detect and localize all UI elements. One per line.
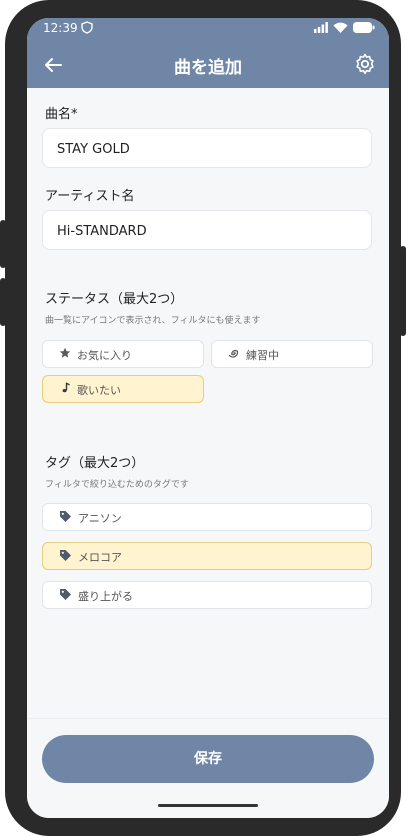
tag-option-melocore[interactable]: メロコア — [42, 542, 372, 570]
page-title: 曲を追加 — [174, 58, 242, 78]
save-button[interactable]: 保存 — [42, 735, 374, 783]
shield-icon — [81, 21, 93, 34]
gear-icon — [353, 52, 377, 76]
song-name-label: 曲名* — [45, 107, 78, 122]
settings-button[interactable] — [353, 52, 377, 76]
status-option-practicing[interactable]: 練習中 — [211, 340, 373, 368]
tag-icon — [59, 549, 72, 569]
status-bar: 12:39 — [27, 18, 389, 40]
tag-icon — [59, 510, 72, 530]
status-option-label: 練習中 — [246, 349, 279, 362]
swirl-icon — [228, 347, 240, 367]
app-header: 12:39 曲を追加 — [27, 18, 389, 88]
status-icons — [314, 22, 375, 33]
artist-name-field[interactable]: Hi-STANDARD — [42, 210, 372, 250]
star-icon — [59, 347, 71, 367]
phone-frame: 12:39 曲を追加 曲名* STAY GOLD アーティスト名 Hi-STAN… — [5, 0, 401, 836]
status-description: 曲一覧にアイコンで表示され、フィルタにも使えます — [45, 316, 261, 326]
status-option-label: お気に入り — [77, 349, 132, 362]
wifi-icon — [333, 22, 348, 33]
artist-name-label: アーティスト名 — [45, 189, 135, 204]
status-option-want-to-sing[interactable]: 歌いたい — [42, 375, 204, 403]
home-indicator — [158, 804, 258, 807]
tag-description: フィルタで絞り込むためのタグです — [45, 480, 189, 490]
status-time: 12:39 — [43, 21, 78, 35]
tag-option-label: アニソン — [78, 512, 122, 525]
tag-option-moriagaru[interactable]: 盛り上がる — [42, 581, 372, 609]
tag-option-label: 盛り上がる — [78, 590, 133, 603]
tag-label: タグ（最大2つ） — [45, 456, 145, 471]
battery-icon — [353, 22, 375, 33]
tag-icon — [59, 588, 72, 608]
tag-option-anison[interactable]: アニソン — [42, 503, 372, 531]
signal-icon — [314, 22, 328, 33]
status-option-favorite[interactable]: お気に入り — [42, 340, 204, 368]
tag-option-label: メロコア — [78, 551, 122, 564]
status-label: ステータス（最大2つ） — [45, 292, 184, 307]
song-name-field[interactable]: STAY GOLD — [42, 128, 372, 168]
music-note-icon — [59, 382, 71, 402]
title-row: 曲を追加 — [27, 48, 389, 82]
footer-bar: 保存 — [27, 718, 389, 818]
screen: 12:39 曲を追加 曲名* STAY GOLD アーティスト名 Hi-STAN… — [27, 18, 389, 818]
status-option-label: 歌いたい — [77, 384, 121, 397]
